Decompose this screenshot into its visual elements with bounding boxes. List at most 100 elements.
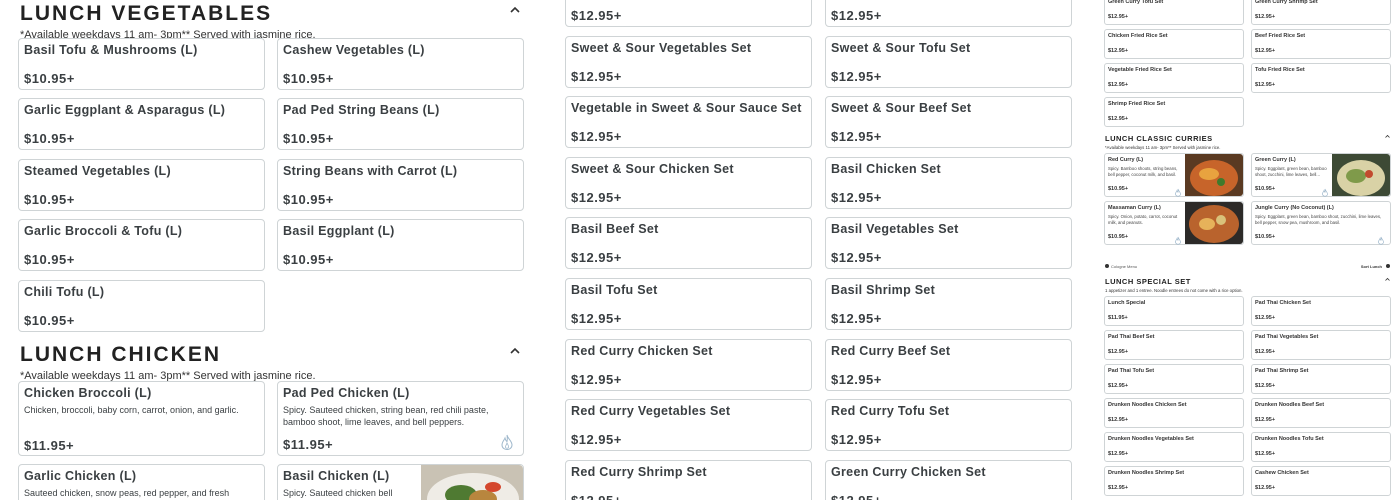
item-name: Green Curry Shrimp Set	[1255, 0, 1318, 5]
food-photo	[1185, 154, 1243, 196]
item-price: $12.95+	[1108, 116, 1129, 122]
item-price: $12.95+	[831, 371, 882, 387]
item-name: Garlic Broccoli & Tofu (L)	[24, 224, 183, 238]
item-description: Spicy. Eggplant, green bean, bamboo shoo…	[1255, 214, 1382, 225]
menu-item-card[interactable]: Vegetable in Sweet & Sour Sauce Set $12.9…	[565, 96, 812, 149]
menu-item-card[interactable]: Basil Tofu & Mushrooms (L) $10.95+	[18, 38, 265, 90]
menu-item-card[interactable]: Steamed Vegetables (L) $10.95+	[18, 159, 265, 211]
menu-item-card[interactable]: Green Curry (L) Spicy. Eggplant, green b…	[1251, 153, 1391, 197]
menu-item-card[interactable]: Chicken Broccoli (L) Chicken, broccoli, …	[18, 381, 265, 456]
menu-item-card[interactable]: Basil Eggplant (L) $10.95+	[277, 219, 524, 271]
item-name: Red Curry Shrimp Set	[571, 464, 707, 479]
menu-item-card[interactable]: Cashew Chicken Set $12.95+	[1251, 466, 1391, 496]
menu-item-card[interactable]: $12.95+	[825, 0, 1072, 27]
item-description: Sauteed chicken, snow peas, red pepper, …	[24, 488, 230, 498]
menu-item-card[interactable]: Garlic Chicken (L) Sauteed chicken, snow…	[18, 464, 265, 500]
menu-item-card[interactable]: Pad Thai Vegetables Set $12.95+	[1251, 330, 1391, 360]
menu-item-card[interactable]: Basil Beef Set $12.95+	[565, 217, 812, 270]
menu-item-card[interactable]: Lunch Special $11.95+	[1104, 296, 1244, 326]
menu-item-card[interactable]: Basil Shrimp Set $12.95+	[825, 278, 1072, 330]
menu-item-card[interactable]: Red Curry Chicken Set $12.95+	[565, 338, 812, 391]
menu-item-card[interactable]: Pad Thai Tofu Set $12.95+	[1104, 364, 1244, 394]
menu-item-card[interactable]: Vegetable Fried Rice Set $12.95+	[1104, 63, 1244, 93]
chevron-up-icon[interactable]	[510, 5, 520, 15]
section-title: LUNCH CHICKEN	[20, 343, 221, 366]
item-name: Basil Shrimp Set	[831, 283, 936, 297]
item-name: Sweet & Sour Vegetables Set	[571, 40, 752, 55]
spicy-icon	[1175, 184, 1181, 197]
item-name: Cashew Vegetables (L)	[283, 43, 425, 57]
chevron-up-icon[interactable]	[510, 346, 520, 356]
item-name: Steamed Vegetables (L)	[24, 164, 171, 178]
menu-item-card[interactable]: Basil Chicken Set $12.95+	[825, 156, 1072, 209]
footer-left-label[interactable]: Cologne Menu	[1111, 264, 1137, 269]
menu-item-card[interactable]: Pad Thai Beef Set $12.95+	[1104, 330, 1244, 360]
menu-item-card[interactable]: Red Curry Tofu Set $12.95+	[825, 399, 1072, 452]
item-price: $12.95+	[1255, 417, 1276, 423]
menu-item-card[interactable]: Red Curry Beef Set $12.95+	[825, 338, 1072, 391]
chevron-up-icon[interactable]	[1385, 277, 1390, 282]
item-description: Spicy. Bamboo shoots, string beans, bell…	[1108, 166, 1178, 177]
item-price: $12.95+	[1255, 14, 1276, 20]
menu-item-card[interactable]: Sweet & Sour Beef Set $12.95+	[825, 96, 1072, 149]
menu-item-card[interactable]: Drunken Noodles Vegetables Set $12.95+	[1104, 432, 1244, 462]
section-title-curries: LUNCH CLASSIC CURRIES	[1105, 134, 1213, 143]
section-header-vegetables[interactable]: LUNCH VEGETABLES *Available weekdays 11 …	[20, 2, 520, 41]
menu-item-card[interactable]: Pad Thai Chicken Set $12.95+	[1251, 296, 1391, 326]
menu-item-card[interactable]: Sweet & Sour Tofu Set $12.95+	[825, 35, 1072, 88]
menu-item-card[interactable]: Pad Ped Chicken (L) Spicy. Sauteed chick…	[277, 381, 524, 456]
menu-item-card[interactable]: Beef Fried Rice Set $12.95+	[1251, 29, 1391, 59]
menu-item-card[interactable]: Drunken Noodles Tofu Set $12.95+	[1251, 432, 1391, 462]
menu-item-card[interactable]: Red Curry Shrimp Set $12.95+	[565, 459, 812, 500]
item-name: Tofu Fried Rice Set	[1255, 67, 1305, 73]
menu-item-card[interactable]: Green Curry Chicken Set $12.95+	[825, 459, 1072, 500]
menu-item-card[interactable]: Chicken Fried Rice Set $12.95+	[1104, 29, 1244, 59]
menu-item-card[interactable]: $12.95+	[565, 0, 812, 27]
menu-item-card[interactable]: Drunken Noodles Beef Set $12.95+	[1251, 398, 1391, 428]
menu-item-card[interactable]: String Beans with Carrot (L) $10.95+	[277, 159, 524, 211]
item-name: Drunken Noodles Tofu Set	[1255, 436, 1324, 442]
toggle-dot-icon[interactable]	[1386, 264, 1390, 268]
menu-item-card[interactable]: Red Curry Vegetables Set $12.95+	[565, 399, 812, 452]
item-description: Spicy. Sauteed chicken, string bean, red…	[283, 405, 489, 427]
menu-item-card[interactable]: Basil Vegetables Set $12.95+	[825, 217, 1072, 270]
spicy-icon	[1175, 232, 1181, 245]
menu-item-card[interactable]: Garlic Eggplant & Asparagus (L) $10.95+	[18, 98, 265, 150]
menu-item-card[interactable]: Pad Thai Shrimp Set $12.95+	[1251, 364, 1391, 394]
item-price: $12.95+	[831, 250, 882, 266]
item-name: Pad Thai Beef Set	[1108, 334, 1155, 340]
menu-item-card[interactable]: Pad Ped String Beans (L) $10.95+	[277, 98, 524, 150]
menu-item-card[interactable]: Red Curry (L) Spicy. Bamboo shoots, stri…	[1104, 153, 1244, 197]
chevron-up-icon[interactable]	[1385, 134, 1390, 139]
menu-item-card[interactable]: Green Curry Tofu Set $12.95+	[1104, 0, 1244, 25]
menu-item-card[interactable]: Drunken Noodles Chicken Set $12.95+	[1104, 398, 1244, 428]
menu-item-card[interactable]: Basil Chicken (L) Spicy. Sauteed chicken…	[277, 464, 524, 500]
menu-item-card[interactable]: Sweet & Sour Vegetables Set $12.95+	[565, 35, 812, 88]
footer-right-label[interactable]: Sort Lunch	[1361, 264, 1382, 269]
lunch-menu-panel-right: Green Curry Tofu Set $12.95+ Green Curry S…	[1096, 0, 1400, 500]
item-price: $10.95+	[1255, 234, 1276, 240]
item-name: Sweet & Sour Beef Set	[831, 101, 972, 116]
menu-item-card[interactable]: Garlic Broccoli & Tofu (L) $10.95+	[18, 219, 265, 271]
item-price: $12.95+	[831, 8, 882, 23]
item-name: Red Curry Tofu Set	[831, 404, 950, 419]
item-price: $12.95+	[1108, 451, 1129, 457]
item-description: Spicy. Eggplant, green bean, bamboo shoo…	[1255, 166, 1327, 177]
item-name: Pad Ped String Beans (L)	[283, 103, 440, 117]
section-header-chicken[interactable]: LUNCH CHICKEN *Available weekdays 11 am-…	[20, 343, 520, 382]
menu-item-card[interactable]: Chili Tofu (L) $10.95+	[18, 280, 265, 332]
menu-item-card[interactable]: Massaman Curry (L) Spicy. Onion, potato,…	[1104, 201, 1244, 245]
item-price: $10.95+	[1255, 186, 1276, 192]
menu-item-card[interactable]: Cashew Vegetables (L) $10.95+	[277, 38, 524, 90]
item-name: Sweet & Sour Chicken Set	[571, 161, 734, 176]
menu-item-card[interactable]: Basil Tofu Set $12.95+	[565, 278, 812, 330]
item-price: $12.95+	[571, 250, 622, 266]
menu-item-card[interactable]: Green Curry Shrimp Set $12.95+	[1251, 0, 1391, 25]
menu-item-card[interactable]: Sweet & Sour Chicken Set $12.95+	[565, 156, 812, 209]
menu-item-card[interactable]: Shrimp Fried Rice Set $12.95+	[1104, 97, 1244, 127]
menu-item-card[interactable]: Drunken Noodles Shrimp Set $12.95+	[1104, 466, 1244, 496]
menu-item-card[interactable]: Tofu Fried Rice Set $12.95+	[1251, 63, 1391, 93]
item-price: $12.95+	[1108, 349, 1129, 355]
item-name: Basil Tofu & Mushrooms (L)	[24, 43, 198, 57]
menu-item-card[interactable]: Jungle Curry (No Coconut) (L) Spicy. Egg…	[1251, 201, 1391, 245]
